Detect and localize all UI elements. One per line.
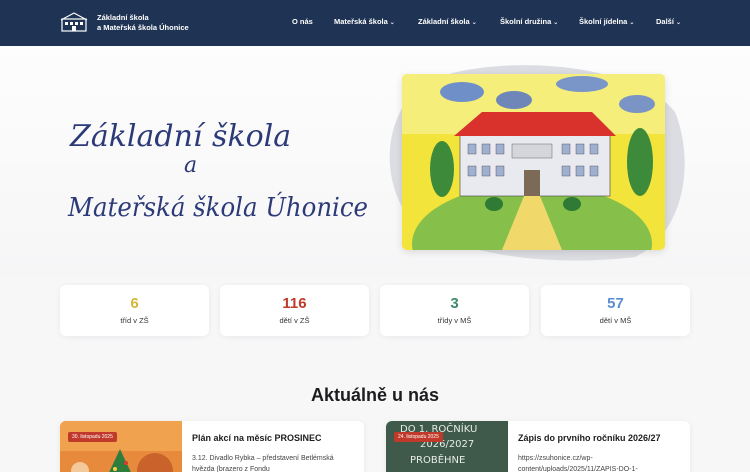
stat-card-children-zs: 116 dětí v ZŠ xyxy=(220,285,369,336)
news-date-badge: 30. listopadu 2025 xyxy=(68,432,117,442)
nav-label: Základní škola xyxy=(418,17,470,26)
nav-label: Další xyxy=(656,17,674,26)
nav-item-zakladni-skola[interactable]: Základní škola ⌄ xyxy=(418,17,477,26)
stat-card-children-ms: 57 dětí v MŠ xyxy=(541,285,690,336)
nav-label: Mateřská škola xyxy=(334,17,388,26)
nav-item-o-nas[interactable]: O nás xyxy=(292,17,313,26)
nav-item-skolni-jidelna[interactable]: Školní jídelna ⌄ xyxy=(579,17,634,26)
news-thumbnail-christmas xyxy=(60,421,182,472)
stat-card-classes-zs: 6 tříd v ZŠ xyxy=(60,285,209,336)
news-section-title: Aktuálně u nás xyxy=(310,385,440,405)
hero-line-1: Základní škola xyxy=(69,119,291,154)
stat-label: dětí v MŠ xyxy=(599,316,632,325)
hero-line-2: a xyxy=(184,153,197,178)
news-title[interactable]: Zápis do prvního ročníku 2026/27 xyxy=(518,433,661,443)
news-excerpt: 3.12. Divadlo Rybka – představení Betlém… xyxy=(192,455,334,472)
brand-name[interactable]: Základní škola a Mateřská škola Úhonice xyxy=(97,13,189,33)
news-card[interactable]: DO 1. ROČNÍKU 2026/2027 PROBĚHNE 24. lis… xyxy=(386,421,690,472)
chevron-down-icon: ⌄ xyxy=(389,20,395,26)
news-thumbnail-chalkboard: DO 1. ROČNÍKU 2026/2027 PROBĚHNE xyxy=(386,421,508,472)
nav-item-skolni-druzina[interactable]: Školní družina ⌄ xyxy=(500,17,558,26)
stat-label: dětí v ZŠ xyxy=(279,316,310,325)
news-excerpt: https://zsuhonice.cz/wp-content/uploads/… xyxy=(518,455,638,472)
news-title[interactable]: Plán akcí na měsíc PROSINEC xyxy=(192,433,322,443)
hero-handwritten-title: Základní škola a Mateřská škola Úhonice xyxy=(67,119,368,223)
chevron-down-icon: ⌄ xyxy=(629,20,635,26)
brand-line-1: Základní škola xyxy=(97,13,149,22)
thumb-text-3: PROBĚHNE xyxy=(410,453,465,466)
stat-value: 116 xyxy=(282,295,307,312)
stat-label: třídy v MŠ xyxy=(437,316,472,325)
nav-label: Školní družina xyxy=(500,17,552,26)
stat-card-classes-ms: 3 třídy v MŠ xyxy=(380,285,529,336)
nav-item-dalsi[interactable]: Další ⌄ xyxy=(656,17,681,26)
hero-line-3: Mateřská škola Úhonice xyxy=(67,191,368,223)
nav-item-materska-skola[interactable]: Mateřská škola ⌄ xyxy=(334,17,395,26)
chevron-down-icon: ⌄ xyxy=(471,20,477,26)
brand-line-2: a Mateřská škola Úhonice xyxy=(97,23,189,32)
school-logo-icon[interactable] xyxy=(60,11,88,33)
chevron-down-icon: ⌄ xyxy=(553,20,559,26)
stat-value: 3 xyxy=(450,295,459,312)
nav-label: O nás xyxy=(292,17,313,26)
chevron-down-icon: ⌄ xyxy=(675,20,681,26)
stat-value: 57 xyxy=(607,295,624,312)
news-card[interactable]: 30. listopadu 2025 Plán akcí na měsíc PR… xyxy=(60,421,364,472)
news-date-badge: 24. listopadu 2025 xyxy=(394,432,443,442)
stat-label: tříd v ZŠ xyxy=(120,316,149,325)
nav-label: Školní jídelna xyxy=(579,17,628,26)
school-drawing-image xyxy=(402,74,665,250)
stat-value: 6 xyxy=(130,295,139,312)
